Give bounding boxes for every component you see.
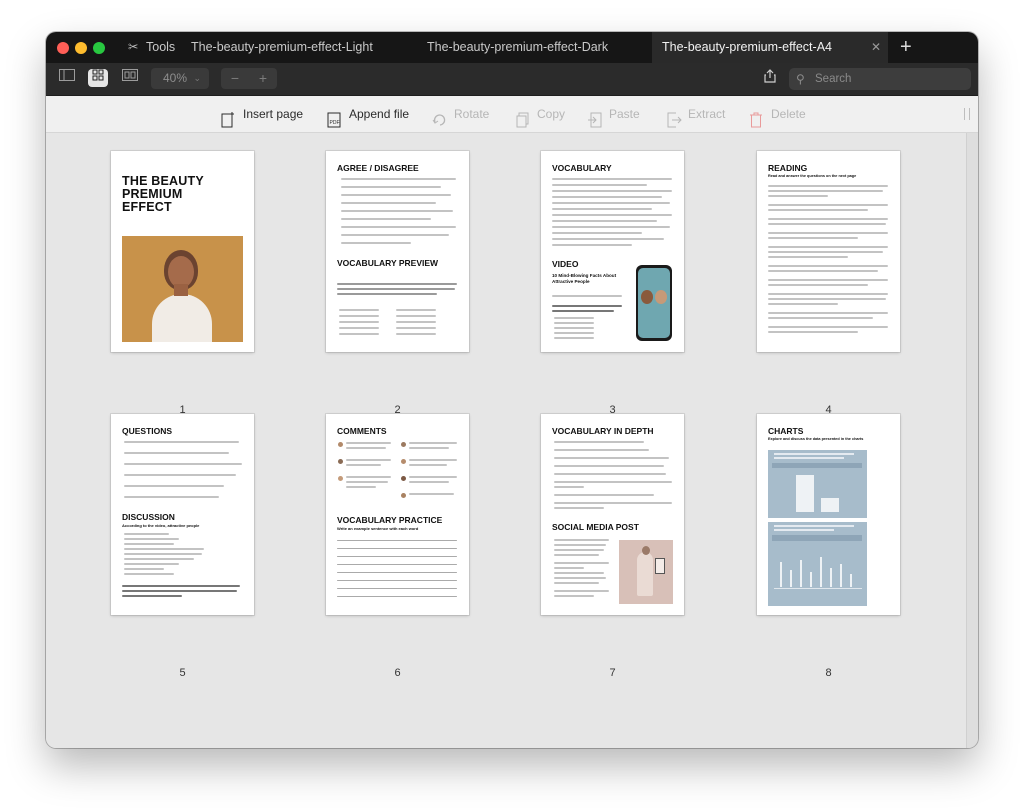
- page-thumbnail-6[interactable]: COMMENTS VOCABULARY PRACTICE Write an ex…: [326, 414, 469, 615]
- trash-icon: [749, 106, 765, 128]
- paste-label: Paste: [609, 107, 640, 121]
- page-8-subtitle: Explore and discuss the data presented i…: [768, 437, 864, 441]
- zoom-stepper: − +: [221, 68, 277, 89]
- copy-label: Copy: [537, 107, 566, 121]
- toolbar-grip-handle[interactable]: [964, 108, 970, 120]
- paste-button[interactable]: Paste: [587, 96, 640, 132]
- page-6-title: COMMENTS: [337, 426, 387, 436]
- copy-icon: [515, 106, 531, 128]
- page-action-bar: Insert page PDF Append file Rotate Copy P…: [46, 96, 978, 133]
- page-2-title: AGREE / DISAGREE: [337, 163, 419, 173]
- page-thumbnail-5[interactable]: QUESTIONS DISCUSSION According to the vi…: [111, 414, 254, 615]
- page-1-title: THE BEAUTY PREMIUM EFFECT: [122, 174, 204, 214]
- page-number-7: 7: [609, 667, 616, 679]
- page-5-title: QUESTIONS: [122, 426, 173, 436]
- page-number-6: 6: [394, 667, 401, 679]
- page-thumbnail-8[interactable]: CHARTS Explore and discuss the data pres…: [757, 414, 900, 615]
- search-placeholder: Search: [815, 73, 852, 85]
- rotate-icon: [432, 106, 448, 126]
- tab-tools[interactable]: ✂ Tools: [128, 32, 175, 63]
- zoom-in-button[interactable]: +: [249, 68, 277, 89]
- svg-text:PDF: PDF: [330, 120, 340, 126]
- zoom-window-button[interactable]: [93, 42, 105, 54]
- new-tab-icon[interactable]: +: [900, 32, 912, 63]
- zoom-value: 40%: [163, 71, 188, 85]
- page-5-title2: DISCUSSION: [122, 512, 175, 522]
- zoom-select[interactable]: 40% ⌄: [151, 68, 209, 89]
- page-7-title: VOCABULARY IN DEPTH: [552, 426, 654, 436]
- tools-icon: ✂: [128, 40, 139, 54]
- insert-page-button[interactable]: Insert page: [221, 96, 303, 132]
- two-page-view-icon[interactable]: [120, 69, 140, 87]
- pdf-file-icon: PDF: [327, 106, 343, 128]
- cover-photo: [122, 236, 243, 342]
- page-grid: THE BEAUTY PREMIUM EFFECT 1 AGREE / DISA…: [46, 133, 966, 748]
- page-thumbnail-1[interactable]: THE BEAUTY PREMIUM EFFECT: [111, 151, 254, 352]
- page-5-subtitle: According to the video, attractive peopl…: [122, 523, 200, 528]
- search-icon: ⚲: [796, 72, 805, 86]
- page-number-5: 5: [179, 667, 186, 679]
- chart-thumbnail-2: [768, 522, 867, 606]
- rotate-button[interactable]: Rotate: [432, 96, 489, 132]
- page-3-subtitle: 10 Mind-Blowing Facts About Attractive P…: [552, 273, 617, 284]
- append-file-button[interactable]: PDF Append file: [327, 96, 409, 132]
- grid-view-icon[interactable]: [88, 69, 108, 87]
- page-2-title2: VOCABULARY PREVIEW: [337, 258, 439, 268]
- page-thumbnail-2[interactable]: AGREE / DISAGREE VOCABULARY PREVIEW: [326, 151, 469, 352]
- close-window-button[interactable]: [57, 42, 69, 54]
- chart-thumbnail-1: [768, 450, 867, 518]
- tab-tools-label: Tools: [146, 40, 176, 54]
- page-thumbnail-7[interactable]: VOCABULARY IN DEPTH SOCIAL MEDIA POST: [541, 414, 684, 615]
- tab-bar: ✂ Tools The-beauty-premium-effect-Light T…: [46, 32, 978, 63]
- extract-icon: [666, 106, 682, 128]
- app-window: ✂ Tools The-beauty-premium-effect-Light T…: [46, 32, 978, 748]
- close-tab-icon[interactable]: ✕: [871, 32, 881, 63]
- social-media-photo: [619, 540, 673, 604]
- share-icon[interactable]: [762, 69, 778, 87]
- append-file-label: Append file: [349, 107, 410, 121]
- paste-icon: [587, 106, 603, 128]
- insert-page-icon: [221, 106, 237, 128]
- delete-label: Delete: [771, 107, 806, 121]
- extract-label: Extract: [688, 107, 726, 121]
- chevron-down-icon: ⌄: [193, 73, 201, 83]
- page-6-title2: VOCABULARY PRACTICE: [337, 515, 443, 525]
- page-6-subtitle: Write an example sentence with each word: [337, 526, 419, 531]
- insert-page-label: Insert page: [243, 107, 304, 121]
- page-8-title: CHARTS: [768, 426, 804, 436]
- page-3-title2: VIDEO: [552, 259, 579, 269]
- page-4-title: READING: [768, 163, 808, 173]
- tab-document-light[interactable]: The-beauty-premium-effect-Light: [191, 32, 373, 63]
- tab-document-dark[interactable]: The-beauty-premium-effect-Dark: [427, 32, 608, 63]
- delete-button[interactable]: Delete: [749, 96, 806, 132]
- rotate-label: Rotate: [454, 107, 490, 121]
- tab-document-a4[interactable]: The-beauty-premium-effect-A4: [652, 32, 888, 63]
- vertical-scrollbar[interactable]: [966, 133, 978, 748]
- page-4-subtitle: Read and answer the questions on the nex…: [768, 174, 857, 178]
- toolbar: 40% ⌄ − + ⚲ Search: [46, 63, 978, 96]
- page-7-title2: SOCIAL MEDIA POST: [552, 522, 639, 532]
- search-input[interactable]: ⚲ Search: [789, 68, 971, 90]
- page-number-8: 8: [825, 667, 832, 679]
- page-3-title: VOCABULARY: [552, 163, 612, 173]
- page-thumbnail-3[interactable]: VOCABULARY VIDEO 10 Mind-Blowing Facts A…: [541, 151, 684, 352]
- phone-mockup: [636, 265, 672, 341]
- copy-button[interactable]: Copy: [515, 96, 565, 132]
- minimize-window-button[interactable]: [75, 42, 87, 54]
- page-thumbnail-4[interactable]: READING Read and answer the questions on…: [757, 151, 900, 352]
- zoom-out-button[interactable]: −: [221, 68, 249, 89]
- sidebar-toggle-icon[interactable]: [57, 69, 77, 87]
- extract-button[interactable]: Extract: [666, 96, 725, 132]
